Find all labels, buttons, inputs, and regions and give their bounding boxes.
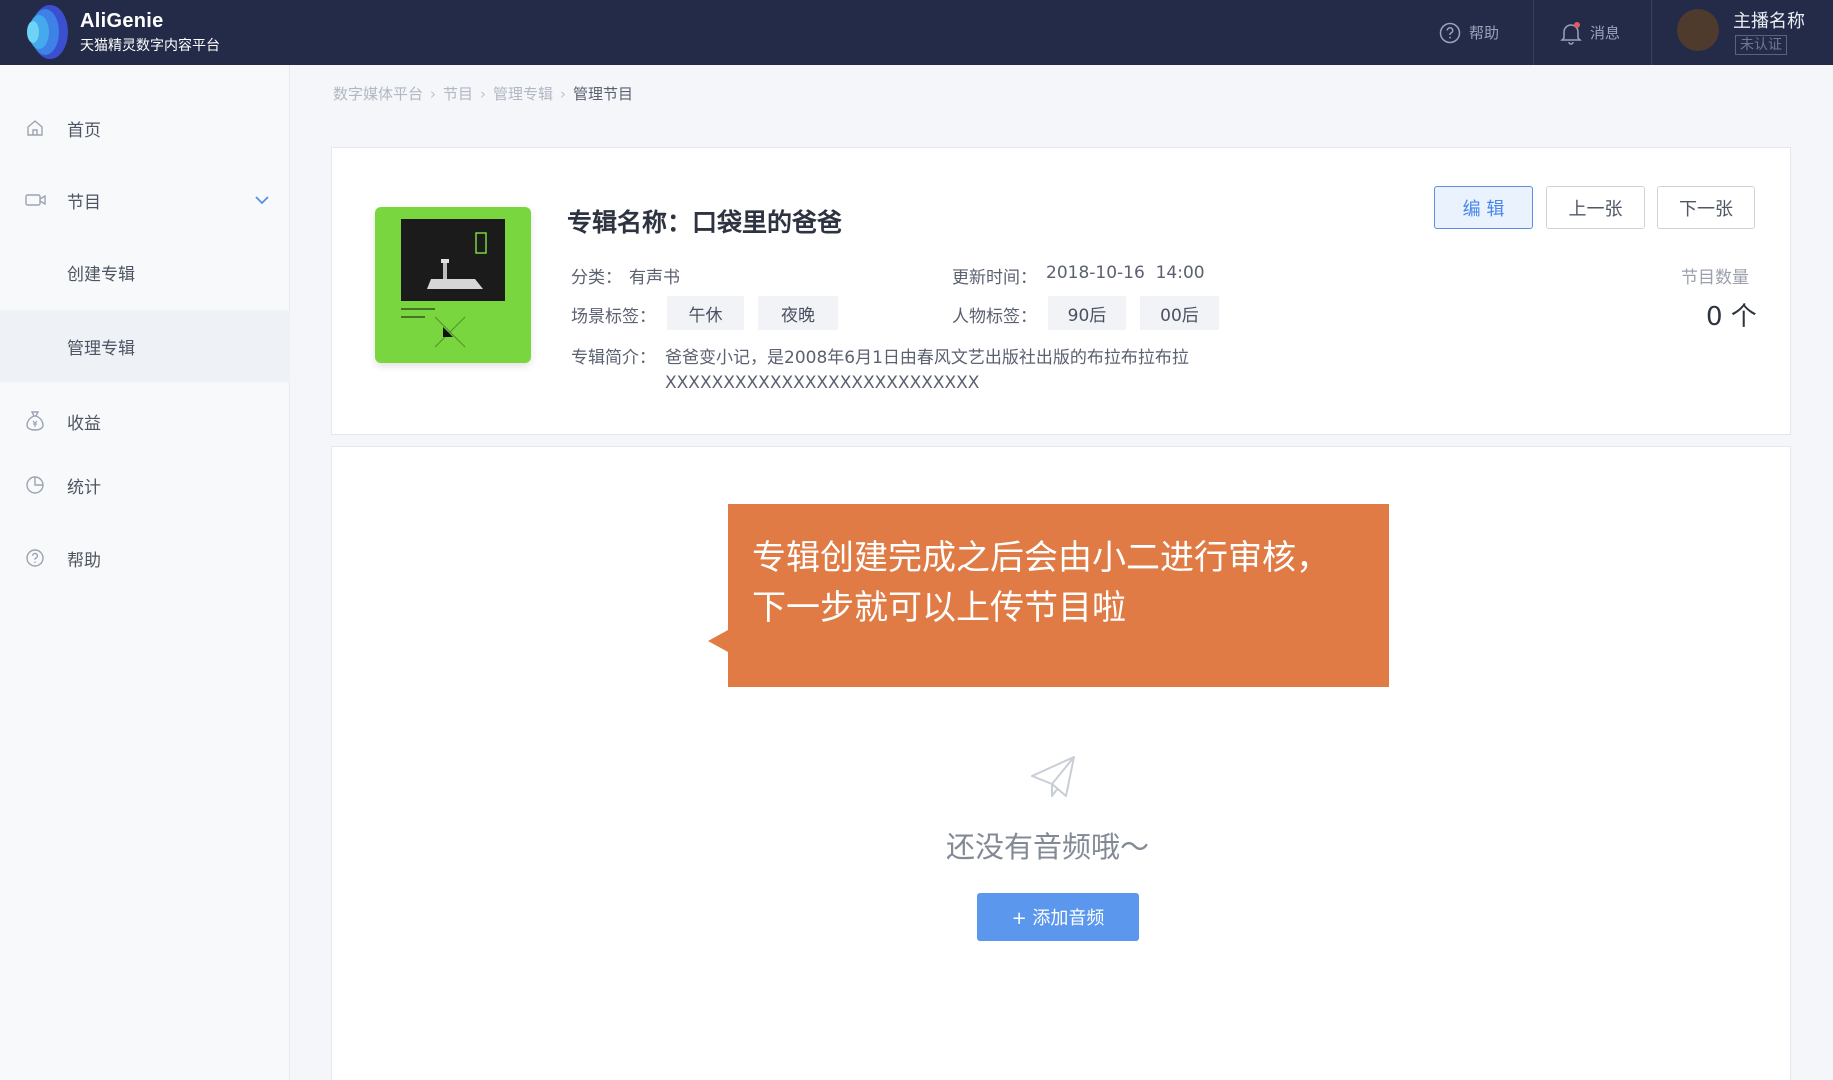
app-subtitle: 天猫精灵数字内容平台 bbox=[80, 37, 220, 54]
home-icon bbox=[27, 120, 43, 136]
chevron-right-icon: › bbox=[480, 84, 487, 103]
sidebar-item-manage-album[interactable]: 管理专辑 bbox=[0, 310, 290, 382]
money-bag-icon bbox=[26, 411, 44, 431]
user-status-badge: 未认证 bbox=[1735, 35, 1787, 55]
tooltip-arrow bbox=[708, 630, 728, 652]
people-tag: 00后 bbox=[1140, 296, 1219, 330]
help-icon bbox=[26, 549, 44, 567]
sidebar-item-label: 统计 bbox=[67, 477, 101, 498]
scene-tag: 夜晚 bbox=[758, 296, 838, 330]
album-cover bbox=[375, 207, 531, 363]
pie-chart-icon bbox=[26, 476, 44, 494]
breadcrumb-item[interactable]: 管理专辑 bbox=[493, 83, 553, 104]
help-circle-icon bbox=[1439, 22, 1461, 43]
logo[interactable]: AliGenie 天猫精灵数字内容平台 bbox=[20, 4, 220, 60]
bell-icon bbox=[1560, 21, 1582, 45]
top-divider bbox=[1533, 0, 1534, 65]
sidebar-item-revenue[interactable]: 收益 bbox=[0, 393, 290, 449]
updated-value: 2018-10-16 14:00 bbox=[1046, 263, 1205, 283]
edit-button[interactable]: 编 辑 bbox=[1434, 186, 1533, 229]
chevron-right-icon: › bbox=[430, 84, 437, 103]
sidebar-item-home[interactable]: 首页 bbox=[0, 100, 290, 156]
video-icon bbox=[25, 194, 46, 206]
sidebar: 首页 节目 创建专辑 管理专辑 收益 统计 帮助 bbox=[0, 65, 290, 1080]
sidebar-item-label: 首页 bbox=[67, 120, 101, 141]
top-divider bbox=[1651, 0, 1652, 65]
user-name[interactable]: 主播名称 bbox=[1733, 7, 1805, 33]
aligenie-logo-icon bbox=[20, 4, 72, 60]
breadcrumb-item[interactable]: 数字媒体平台 bbox=[333, 83, 423, 104]
breadcrumb: 数字媒体平台 › 节目 › 管理专辑 › 管理节目 bbox=[333, 83, 633, 104]
add-audio-button[interactable]: + 添加音频 bbox=[977, 893, 1139, 941]
empty-state-text: 还没有音频哦～ bbox=[946, 830, 1150, 864]
sidebar-item-label: 收益 bbox=[67, 413, 101, 434]
messages-label: 消息 bbox=[1590, 24, 1621, 42]
tooltip-line: 下一步就可以上传节目啦 bbox=[752, 588, 1126, 628]
chevron-down-icon bbox=[255, 196, 269, 205]
help-label: 帮助 bbox=[1469, 24, 1500, 42]
intro-text: 爸爸变小记，是2008年6月1日由春风文艺出版社出版的布拉布拉布拉 bbox=[665, 348, 1189, 368]
scene-tags-label: 场景标签： bbox=[571, 307, 656, 327]
breadcrumb-current: 管理节目 bbox=[573, 85, 634, 103]
sidebar-item-label: 帮助 bbox=[67, 550, 101, 571]
people-tag: 90后 bbox=[1048, 296, 1126, 330]
help-link[interactable]: 帮助 bbox=[1439, 0, 1499, 65]
updated-label: 更新时间： bbox=[952, 268, 1037, 288]
chevron-right-icon: › bbox=[560, 84, 567, 103]
messages-link[interactable]: 消息 bbox=[1560, 0, 1620, 65]
next-button[interactable]: 下一张 bbox=[1657, 186, 1755, 229]
sidebar-item-programs[interactable]: 节目 bbox=[0, 172, 290, 228]
album-title: 专辑名称：口袋里的爸爸 bbox=[567, 208, 843, 237]
breadcrumb-item[interactable]: 节目 bbox=[443, 83, 473, 104]
sidebar-item-create-album[interactable]: 创建专辑 bbox=[0, 244, 290, 300]
tooltip-line: 专辑创建完成之后会由小二进行审核， bbox=[752, 538, 1330, 578]
sidebar-item-statistics[interactable]: 统计 bbox=[0, 457, 290, 513]
category-value: 有声书 bbox=[629, 268, 680, 288]
avatar[interactable] bbox=[1677, 9, 1719, 51]
app-name: AliGenie bbox=[80, 9, 164, 32]
top-bar: AliGenie 天猫精灵数字内容平台 帮助 消息 主播名称 未认证 bbox=[0, 0, 1833, 65]
paper-plane-icon bbox=[1028, 752, 1078, 806]
intro-label: 专辑简介： bbox=[571, 348, 656, 368]
guide-tooltip: 专辑创建完成之后会由小二进行审核， 下一步就可以上传节目啦 bbox=[728, 504, 1389, 687]
sidebar-item-help[interactable]: 帮助 bbox=[0, 530, 290, 586]
program-count-value: 0 个 bbox=[1706, 302, 1757, 332]
intro-text-continued: XXXXXXXXXXXXXXXXXXXXXXXXXXX bbox=[665, 373, 980, 393]
people-tags-label: 人物标签： bbox=[952, 307, 1037, 327]
category-label: 分类： bbox=[571, 268, 622, 288]
sidebar-item-label: 管理专辑 bbox=[67, 338, 135, 359]
prev-button[interactable]: 上一张 bbox=[1546, 186, 1645, 229]
sidebar-item-label: 节目 bbox=[67, 192, 101, 213]
scene-tag: 午休 bbox=[667, 296, 744, 330]
program-count-label: 节目数量 bbox=[1681, 268, 1749, 288]
sidebar-item-label: 创建专辑 bbox=[67, 264, 135, 285]
